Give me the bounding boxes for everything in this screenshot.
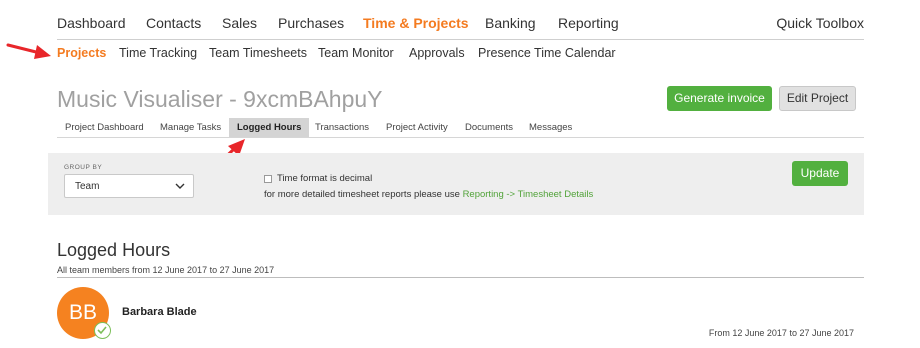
decimal-checkbox[interactable]	[264, 175, 272, 183]
tab-messages[interactable]: Messages	[521, 118, 580, 137]
timesheet-details-link[interactable]: Reporting -> Timesheet Details	[463, 189, 594, 200]
quick-toolbox-link[interactable]: Quick Toolbox	[776, 15, 864, 31]
subnav-team-monitor[interactable]: Team Monitor	[318, 46, 394, 60]
nav-time-projects[interactable]: Time & Projects	[363, 15, 469, 31]
project-tabs: Project Dashboard Manage Tasks Logged Ho…	[57, 118, 864, 138]
tab-transactions[interactable]: Transactions	[307, 118, 377, 137]
top-navigation: Dashboard Contacts Sales Purchases Time …	[57, 0, 864, 40]
subnav-team-timesheets[interactable]: Team Timesheets	[209, 46, 307, 60]
nav-contacts[interactable]: Contacts	[146, 15, 201, 31]
chevron-down-icon	[175, 183, 185, 189]
tab-project-activity[interactable]: Project Activity	[378, 118, 456, 137]
member-date-range: From 12 June 2017 to 27 June 2017	[708, 328, 854, 338]
nav-sales[interactable]: Sales	[222, 15, 257, 31]
subnav-projects[interactable]: Projects	[57, 46, 106, 60]
timesheet-note: for more detailed timesheet reports plea…	[264, 189, 593, 200]
subnav-time-tracking[interactable]: Time Tracking	[119, 46, 197, 60]
nav-purchases[interactable]: Purchases	[278, 15, 344, 31]
tab-documents[interactable]: Documents	[457, 118, 521, 137]
nav-reporting[interactable]: Reporting	[558, 15, 619, 31]
nav-banking[interactable]: Banking	[485, 15, 536, 31]
edit-project-button[interactable]: Edit Project	[779, 86, 856, 111]
logged-hours-title: Logged Hours	[57, 240, 171, 260]
checkmark-icon	[94, 322, 111, 339]
subnav-presence-time-calendar[interactable]: Presence Time Calendar	[478, 46, 616, 60]
divider	[57, 277, 864, 278]
group-by-label: GROUP BY	[64, 164, 103, 171]
group-by-select[interactable]: Team	[64, 174, 194, 198]
generate-invoice-button[interactable]: Generate invoice	[667, 86, 772, 111]
project-title: Music Visualiser - 9xcmBAhpuY	[57, 86, 383, 112]
tab-manage-tasks[interactable]: Manage Tasks	[152, 118, 229, 137]
tab-project-dashboard[interactable]: Project Dashboard	[57, 118, 152, 137]
update-button[interactable]: Update	[792, 161, 848, 186]
tab-logged-hours[interactable]: Logged Hours	[229, 118, 310, 137]
group-by-value: Team	[75, 181, 100, 192]
nav-dashboard[interactable]: Dashboard	[57, 15, 126, 31]
decimal-checkbox-label: Time format is decimal	[277, 173, 373, 184]
logged-hours-subtitle: All team members from 12 June 2017 to 27…	[57, 265, 275, 275]
red-arrow-icon	[6, 43, 51, 59]
subnav-approvals[interactable]: Approvals	[409, 46, 465, 60]
filter-panel: GROUP BY Team Time format is decimal for…	[48, 153, 864, 215]
timesheet-note-text: for more detailed timesheet reports plea…	[264, 189, 460, 200]
member-name[interactable]: Barbara Blade	[122, 306, 197, 318]
